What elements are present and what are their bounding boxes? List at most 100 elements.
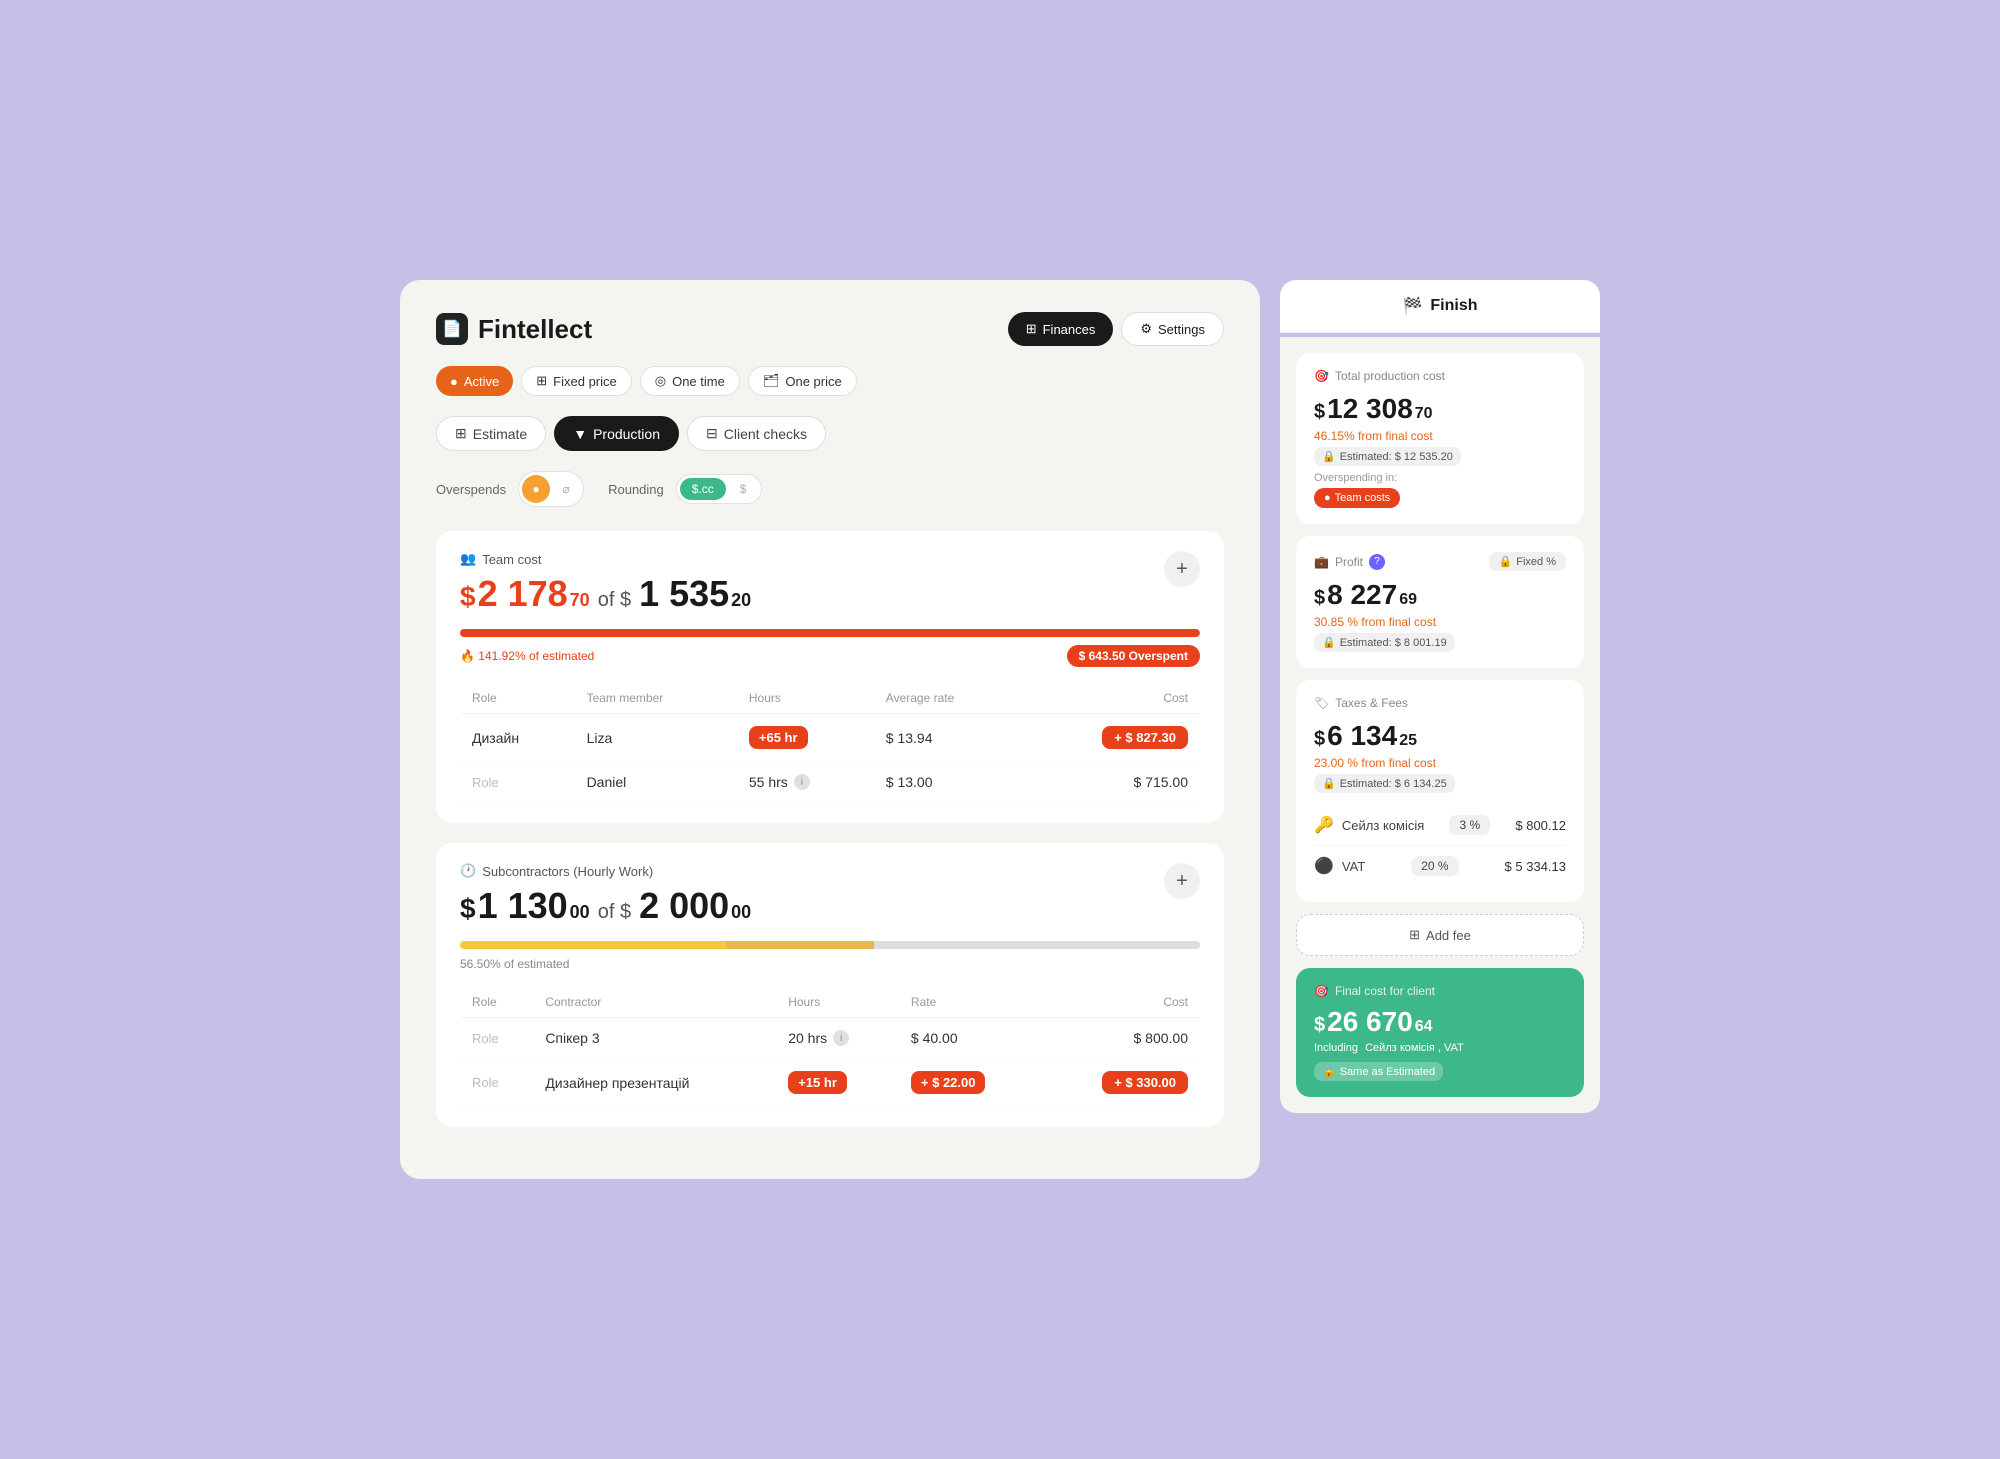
finish-label: Finish [1430, 297, 1477, 315]
tab-estimate[interactable]: ⊞ Estimate [436, 416, 546, 451]
final-cost-card: 🎯 Final cost for client $ 26 670 64 Incl… [1296, 968, 1584, 1097]
rounding-toggle: $.cc $ [676, 474, 763, 504]
overspends-toggle: ● ⌀ [518, 471, 584, 507]
sub-progress-bar [460, 941, 1200, 949]
lock-icon: 🔒 [1322, 777, 1336, 790]
active-dot: ● [450, 374, 458, 389]
sub-decimal: 00 [570, 902, 590, 923]
sub-table-header: Role Contractor Hours Rate Cost [460, 987, 1200, 1018]
col-avg-rate: Average rate [874, 683, 1023, 714]
team-cost-progress-fill [460, 629, 1200, 637]
tab-client-checks[interactable]: ⊟ Client checks [687, 416, 826, 451]
profit-decimal: 69 [1399, 591, 1417, 609]
sub-of: of $ [598, 901, 631, 924]
seg-gold [726, 941, 874, 949]
sub-target: 2 000 [639, 885, 729, 927]
overspends-toggle-off[interactable]: ⌀ [552, 475, 580, 503]
contractor-cell: Дизайнер презентацій [533, 1059, 776, 1107]
rounding-dollar-btn[interactable]: $ [728, 478, 759, 500]
fixed-pct-badge: 🔒 Fixed % [1489, 552, 1566, 571]
table-row: Дизайн Liza +65 hr $ 13.94 + $ 827.30 [460, 714, 1200, 762]
taxes-estimated-badge: 🔒 Estimated: $ 6 134.25 [1314, 774, 1455, 793]
taxes-decimal: 25 [1399, 732, 1417, 750]
finish-bar[interactable]: 🏁 Finish [1280, 280, 1600, 333]
tax-row-vat: ⚫ VAT 20 % $ 5 334.13 [1314, 846, 1566, 886]
total-production-card: 🎯 Total production cost $ 12 308 70 46.1… [1296, 353, 1584, 524]
status-tags: ● Active ⊞ Fixed price ◎ One time 🗂 One … [436, 366, 1224, 396]
role-empty-cell: Role [460, 1059, 533, 1107]
team-cost-title: 👥 Team cost [460, 551, 751, 567]
rate-cell: + $ 22.00 [899, 1059, 1041, 1107]
sales-value: $ 800.12 [1515, 818, 1566, 833]
one-price-icon: 🗂 [763, 373, 780, 389]
tag-active[interactable]: ● Active [436, 366, 513, 396]
overspends-toggle-on[interactable]: ● [522, 475, 550, 503]
tag-one-time[interactable]: ◎ One time [640, 366, 740, 396]
team-cost-add-btn[interactable]: + [1164, 551, 1200, 587]
taxes-card: 🏷 Taxes & Fees $ 6 134 25 23.00 % from f… [1296, 680, 1584, 902]
cost-cell: + $ 827.30 [1023, 714, 1200, 762]
subcontractors-section: 🕐 Subcontractors (Hourly Work) $ 1 130 0… [436, 843, 1224, 1127]
team-cost-amount: 2 178 [478, 573, 568, 615]
fixed-price-icon: ⊞ [536, 373, 547, 389]
seg-yellow [460, 941, 726, 949]
settings-button[interactable]: ⚙ Settings [1121, 312, 1224, 346]
sub-progress-label: 56.50% of estimated [460, 957, 569, 971]
tab-production[interactable]: ▼ Production [554, 416, 679, 451]
right-cards: 🎯 Total production cost $ 12 308 70 46.1… [1280, 337, 1600, 1113]
tag-one-price[interactable]: 🗂 One price [748, 366, 857, 396]
overspends-label: Overspends [436, 482, 506, 497]
total-decimal: 70 [1415, 405, 1433, 423]
col-rate: Rate [899, 987, 1041, 1018]
cost-cell: $ 715.00 [1023, 762, 1200, 803]
final-including: Including Сейлз комісія , VAT [1314, 1042, 1566, 1054]
vat-pct: 20 % [1411, 856, 1458, 876]
estimate-icon: ⊞ [455, 425, 467, 442]
team-cost-icon: 👥 [460, 551, 476, 567]
tax-row-sales: 🔑 Сейлз комісія 3 % $ 800.12 [1314, 805, 1566, 846]
overspends-row: Overspends ● ⌀ Rounding $.cc $ [436, 471, 1224, 507]
logo-icon: 📄 [436, 313, 468, 345]
subcontractors-add-btn[interactable]: + [1164, 863, 1200, 899]
final-cost-title: 🎯 Final cost for client [1314, 984, 1566, 998]
hours-cell: +15 hr [776, 1059, 899, 1107]
rounding-cc-btn[interactable]: $.cc [680, 478, 726, 500]
lock-icon: 🔒 [1322, 636, 1336, 649]
hours-cell: +65 hr [737, 714, 874, 762]
sales-pct: 3 % [1449, 815, 1490, 835]
profit-percent: 30.85 % from final cost [1314, 615, 1566, 629]
header-buttons: ⊞ Finances ⚙ Settings [1008, 312, 1224, 346]
team-costs-dot: ● [1324, 492, 1331, 504]
role-cell: Дизайн [460, 714, 575, 762]
hours-badge: +65 hr [749, 726, 808, 749]
lock-icon-final: 🔒 [1322, 1065, 1336, 1078]
vat-value: $ 5 334.13 [1505, 859, 1566, 874]
profit-card: 💼 Profit ? 🔒 Fixed % $ 8 227 69 30.85 % … [1296, 536, 1584, 668]
one-time-icon: ◎ [655, 373, 666, 389]
team-cost-left: 👥 Team cost $ 2 178 70 of $ 1 535 20 [460, 551, 751, 615]
nav-tabs: ⊞ Estimate ▼ Production ⊟ Client checks [436, 416, 1224, 451]
profit-icon: 💼 [1314, 555, 1329, 569]
vat-name: ⚫ VAT [1314, 856, 1365, 876]
cost-cell: + $ 330.00 [1041, 1059, 1200, 1107]
cost-badge: + $ 330.00 [1102, 1071, 1188, 1094]
sales-icon: 🔑 [1314, 815, 1334, 835]
team-cost-overspent-badge: $ 643.50 Overspent [1067, 645, 1200, 667]
subcontractors-icon: 🕐 [460, 863, 476, 879]
total-percent: 46.15% from final cost [1314, 429, 1566, 443]
team-cost-target-decimal: 20 [731, 590, 751, 611]
col-contractor: Contractor [533, 987, 776, 1018]
subcontractors-title: 🕐 Subcontractors (Hourly Work) [460, 863, 751, 879]
team-cost-table-header: Role Team member Hours Average rate Cost [460, 683, 1200, 714]
info-icon: i [833, 1030, 849, 1046]
profit-header: 💼 Profit ? 🔒 Fixed % [1314, 552, 1566, 571]
profit-amount: 8 227 [1327, 579, 1397, 611]
cost-badge: + $ 827.30 [1102, 726, 1188, 749]
col-hours: Hours [776, 987, 899, 1018]
tag-fixed-price[interactable]: ⊞ Fixed price [521, 366, 631, 396]
add-fee-icon: ⊞ [1409, 927, 1420, 943]
finish-icon: 🏁 [1402, 296, 1422, 316]
finances-button[interactable]: ⊞ Finances [1008, 312, 1114, 346]
team-cost-table: Role Team member Hours Average rate Cost… [460, 683, 1200, 803]
add-fee-button[interactable]: ⊞ Add fee [1296, 914, 1584, 956]
